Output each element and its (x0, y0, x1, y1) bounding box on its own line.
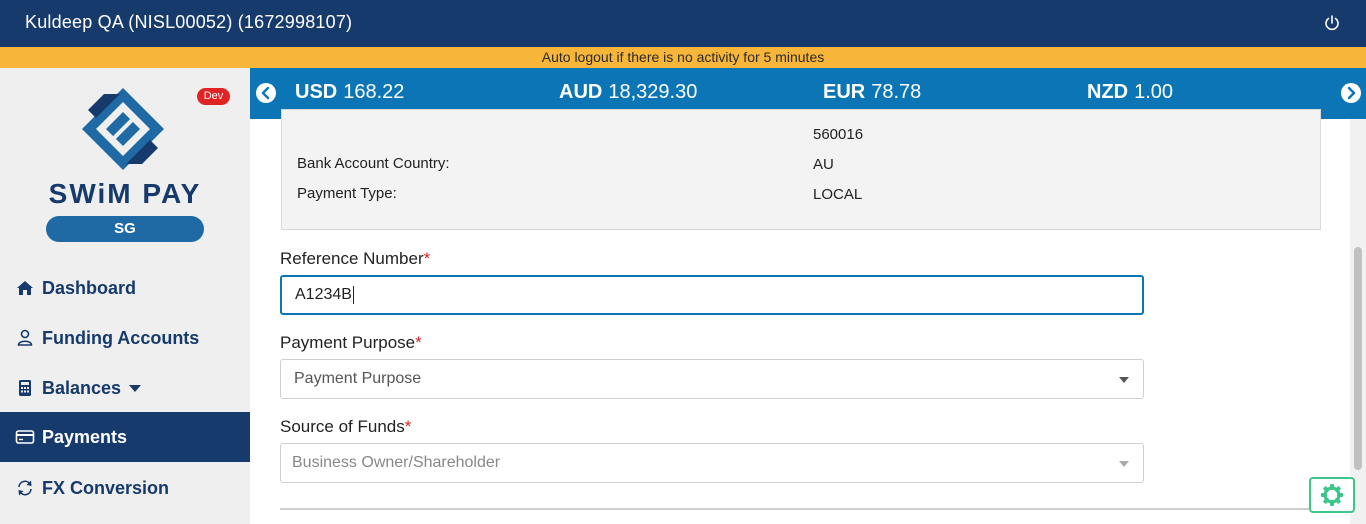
sidebar-item-label: Funding Accounts (42, 327, 200, 348)
settings-button[interactable] (1309, 477, 1355, 513)
sidebar-item-fx-conversion[interactable]: FX Conversion (0, 463, 250, 513)
required-marker: * (415, 333, 422, 352)
detail-value: AU (813, 156, 834, 173)
rate-aud: AUD 18,329.30 (559, 81, 697, 104)
brand-name: SWiM PAY (48, 178, 202, 209)
region-pill: SG (46, 216, 204, 242)
reference-number-input[interactable]: A1234B (280, 275, 1144, 315)
chevron-down-icon (129, 384, 142, 392)
currency-value: 168.22 (343, 81, 405, 103)
sidebar-item-label: FX Conversion (42, 477, 170, 498)
detail-value: LOCAL (813, 186, 863, 203)
ticker-prev-button[interactable] (256, 83, 276, 103)
sidebar-item-funding-accounts[interactable]: Funding Accounts (0, 313, 250, 363)
select-value: Business Owner/Shareholder (292, 454, 501, 471)
account-title: Kuldeep QA (NISL00052) (1672998107) (25, 12, 353, 32)
rate-nzd: NZD 1.00 (1087, 81, 1173, 104)
environment-badge: Dev (197, 88, 230, 105)
rate-eur: EUR 78.78 (823, 81, 921, 104)
user-icon (15, 328, 35, 348)
sidebar-item-balances[interactable]: Balances (0, 363, 250, 413)
select-placeholder: Payment Purpose (294, 370, 422, 387)
sidebar-item-dashboard[interactable]: Dashboard (0, 263, 250, 313)
currency-code: NZD (1087, 81, 1129, 103)
source-of-funds-select[interactable]: Business Owner/Shareholder (280, 443, 1144, 483)
sidebar-item-payments[interactable]: Payments (0, 412, 250, 462)
currency-value: 1.00 (1134, 81, 1174, 103)
rate-usd: USD 168.22 (295, 81, 404, 104)
ticker-next-button[interactable] (1341, 83, 1361, 103)
refresh-icon (15, 478, 35, 498)
required-marker: * (423, 249, 431, 268)
text-cursor (352, 286, 354, 304)
detail-label: Bank Account Country: (297, 155, 450, 172)
sidebar-item-label: Dashboard (42, 277, 137, 298)
source-of-funds-label: Source of Funds* (280, 417, 412, 436)
section-divider (280, 508, 1330, 510)
chevron-right-icon (1347, 86, 1356, 100)
top-bar: Kuldeep QA (NISL00052) (1672998107) (0, 0, 1366, 47)
chevron-down-icon (1119, 461, 1129, 467)
payment-purpose-select[interactable]: Payment Purpose (280, 359, 1144, 399)
detail-value: 560016 (813, 126, 864, 143)
sidebar: Dev SWiM PAY SG Dashboard Funding Accoun… (0, 68, 250, 524)
sidebar-item-label: Balances (42, 377, 122, 398)
detail-label: Payment Type: (297, 185, 397, 202)
payment-purpose-label: Payment Purpose* (280, 333, 422, 352)
currency-value: 78.78 (871, 81, 922, 103)
scrollbar-thumb[interactable] (1354, 247, 1362, 470)
sidebar-item-label: Payments (42, 426, 128, 447)
calculator-icon (15, 378, 35, 398)
input-value: A1234B (295, 286, 352, 303)
currency-code: AUD (559, 81, 603, 103)
credit-card-icon (15, 427, 35, 447)
home-icon (15, 278, 35, 298)
required-marker: * (404, 417, 412, 436)
currency-code: USD (295, 81, 338, 103)
page-scrollbar[interactable] (1350, 119, 1366, 524)
beneficiary-details-box: 560016 Bank Account Country: AU Payment … (281, 109, 1321, 230)
auto-logout-notice: Auto logout if there is no activity for … (0, 47, 1366, 68)
reference-number-label: Reference Number* (280, 249, 431, 268)
power-icon[interactable] (1322, 13, 1342, 33)
currency-code: EUR (823, 81, 866, 103)
swimpay-logo-icon (80, 86, 166, 172)
gear-icon (1321, 484, 1343, 506)
currency-value: 18,329.30 (608, 81, 698, 103)
chevron-down-icon (1119, 377, 1129, 383)
payment-form-area: 560016 Bank Account Country: AU Payment … (250, 109, 1350, 524)
chevron-left-icon (261, 86, 270, 100)
